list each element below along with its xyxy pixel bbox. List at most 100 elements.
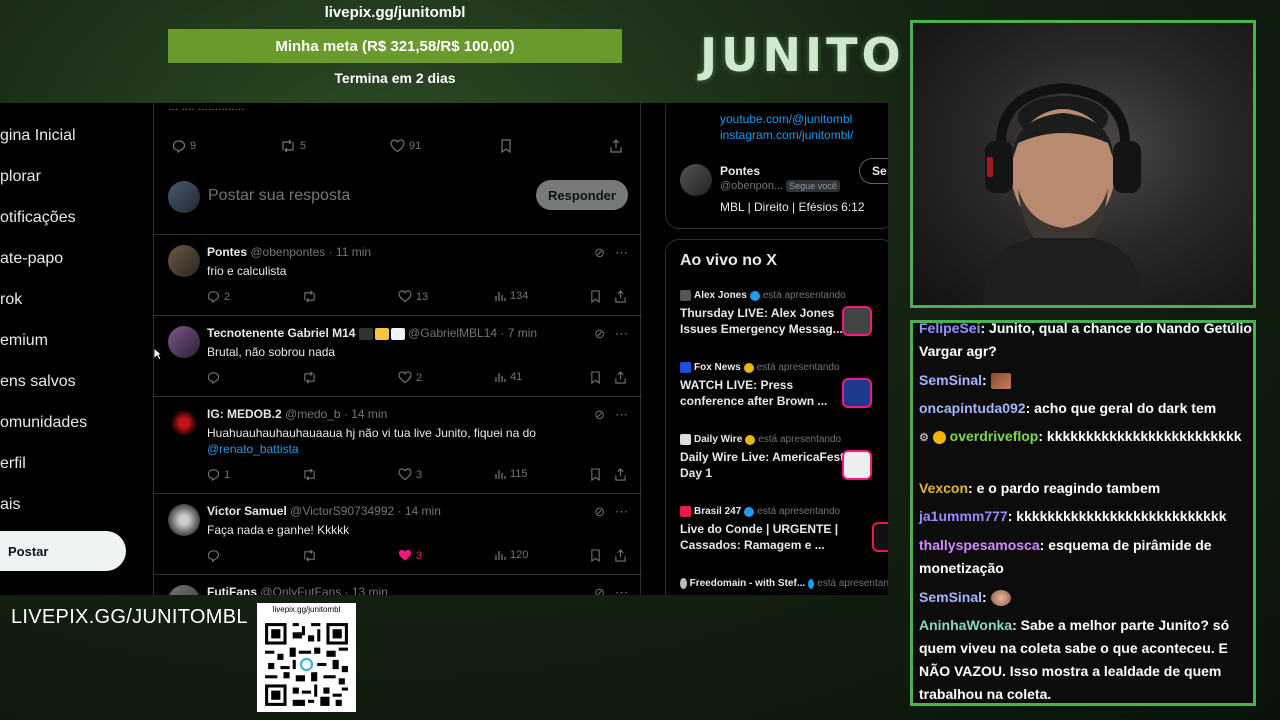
- views-action[interactable]: 120: [494, 549, 528, 561]
- tweet-menu[interactable]: ⊘ ⋯: [594, 245, 628, 261]
- chat-username[interactable]: FelipeSei: [919, 323, 980, 336]
- more-icon[interactable]: ⋯: [615, 407, 628, 423]
- bookmark-action[interactable]: [590, 290, 601, 303]
- share-action[interactable]: [614, 549, 627, 562]
- share-action[interactable]: [609, 139, 623, 153]
- tweet-menu[interactable]: ⊘ ⋯: [594, 504, 628, 520]
- views-action[interactable]: 115: [494, 468, 528, 480]
- verified-icon: [744, 506, 755, 517]
- chat-username[interactable]: AninhaWonka: [919, 617, 1012, 633]
- sidebar-item-notifications[interactable]: otificações: [0, 209, 76, 227]
- live-item[interactable]: Brasil 247 está apresentando Live do Cond…: [680, 506, 888, 553]
- repost-icon: [304, 468, 315, 481]
- like-action[interactable]: 3: [398, 468, 422, 481]
- sidebar-item-grok[interactable]: rok: [0, 291, 22, 309]
- grok-icon[interactable]: ⊘: [594, 326, 605, 342]
- reply-action[interactable]: 9: [172, 139, 196, 153]
- reply-count: 1: [224, 468, 231, 481]
- more-icon[interactable]: ⋯: [615, 245, 628, 261]
- chat-username[interactable]: thallyspesamosca: [919, 537, 1040, 553]
- tweet-menu[interactable]: ⊘ ⋯: [594, 326, 628, 342]
- bookmark-action[interactable]: [590, 468, 601, 481]
- profile-name[interactable]: Pontes: [720, 164, 760, 178]
- grok-icon[interactable]: ⊘: [594, 245, 605, 261]
- chat-username[interactable]: SemSinal: [919, 372, 982, 388]
- tweet-menu[interactable]: ⊘ ⋯: [594, 585, 628, 595]
- share-action[interactable]: [614, 290, 627, 303]
- repost-action[interactable]: [302, 549, 317, 562]
- presenting-label: está apresentando: [762, 290, 846, 301]
- like-action[interactable]: 3: [398, 549, 422, 562]
- sidebar-item-explore[interactable]: plorar: [0, 168, 41, 186]
- grok-icon[interactable]: ⊘: [594, 407, 605, 423]
- like-action[interactable]: 2: [398, 371, 422, 384]
- live-thumbnail: [842, 378, 872, 408]
- like-action[interactable]: 13: [398, 290, 428, 303]
- profile-handle-text: @obenpon...: [720, 180, 784, 192]
- repost-action[interactable]: 5: [280, 139, 306, 153]
- reply-action[interactable]: 1: [207, 468, 230, 481]
- reply-submit-button[interactable]: Responder: [536, 180, 628, 210]
- chat-username[interactable]: SemSinal: [919, 589, 982, 605]
- sidebar-item-premium[interactable]: emium: [0, 332, 48, 350]
- tweet[interactable]: IG: MEDOB.2 @medo_b · 14 min ⊘ ⋯ Huahuauh…: [154, 397, 642, 494]
- live-host: Fox News: [694, 362, 741, 373]
- sidebar-item-profile[interactable]: erfil: [0, 455, 26, 473]
- tweet-actions: 1 3 115: [154, 468, 642, 488]
- instagram-link[interactable]: instagram.com/junitombl/: [720, 128, 853, 142]
- sidebar-item-bookmarks[interactable]: ens salvos: [0, 373, 76, 391]
- repost-action[interactable]: [302, 371, 317, 384]
- sidebar-item-more[interactable]: ais: [0, 496, 20, 514]
- tweet-author[interactable]: Tecnotenente Gabriel M14: [207, 326, 355, 340]
- youtube-link[interactable]: youtube.com/@junitombl: [720, 112, 852, 126]
- live-item[interactable]: Alex Jones está apresentando Thursday LIV…: [680, 290, 888, 337]
- live-item[interactable]: Freedomain - with Stef... está apresentan…: [680, 578, 888, 589]
- tweet-author[interactable]: Pontes: [207, 245, 247, 259]
- tweet-header: Pontes @obenpontes · 11 min: [207, 245, 371, 259]
- share-action[interactable]: [614, 371, 627, 384]
- chat-username[interactable]: oncapintuda092: [919, 400, 1026, 416]
- tweet[interactable]: Tecnotenente Gabriel M14 @GabrielMBL14 ·…: [154, 316, 642, 397]
- more-icon[interactable]: ⋯: [615, 326, 628, 342]
- badge-dark: [358, 327, 373, 340]
- more-icon[interactable]: ⋯: [615, 585, 628, 595]
- sidebar-item-chat[interactable]: ate-papo: [0, 250, 63, 268]
- reply-action[interactable]: [207, 371, 220, 384]
- like-action[interactable]: 91: [390, 139, 421, 153]
- follow-button[interactable]: Se: [859, 158, 888, 184]
- tweet-menu[interactable]: ⊘ ⋯: [594, 407, 628, 423]
- sidebar-item-communities[interactable]: omunidades: [0, 414, 87, 432]
- share-action[interactable]: [614, 468, 627, 481]
- live-title: WATCH LIVE: Press conference after Brown…: [680, 378, 828, 408]
- sidebar-item-home[interactable]: gina Inicial: [0, 127, 76, 145]
- reply-action[interactable]: [207, 549, 220, 562]
- tweet-mention-link[interactable]: @renato_battista: [207, 442, 299, 456]
- bookmark-action[interactable]: [590, 549, 601, 562]
- views-action[interactable]: 41: [494, 371, 522, 383]
- reply-action[interactable]: 2: [207, 290, 230, 303]
- views-action[interactable]: 134: [494, 290, 528, 302]
- tweet[interactable]: FutiFans @OnlyFutFans · 13 min ⊘ ⋯: [154, 575, 642, 595]
- chat-username[interactable]: ja1ummm777: [919, 508, 1008, 524]
- tweet[interactable]: Pontes @obenpontes · 11 min ⊘ ⋯ frio e ca…: [154, 235, 642, 316]
- repost-action[interactable]: [302, 468, 317, 481]
- tweet-author[interactable]: FutiFans: [207, 585, 257, 595]
- avatar: [168, 407, 200, 439]
- tweet-author[interactable]: Victor Samuel: [207, 504, 287, 518]
- reply-input[interactable]: Postar sua resposta: [208, 187, 350, 205]
- tweet-author[interactable]: IG: MEDOB.2: [207, 407, 282, 421]
- live-item[interactable]: Daily Wire está apresentando Daily Wire L…: [680, 434, 888, 481]
- chat-username[interactable]: Vexcon: [919, 480, 968, 496]
- bookmark-action[interactable]: [590, 371, 601, 384]
- repost-action[interactable]: [302, 290, 317, 303]
- live-item[interactable]: Fox News está apresentando WATCH LIVE: Pr…: [680, 362, 888, 409]
- repost-icon: [304, 549, 315, 562]
- chat-username[interactable]: overdriveflop: [950, 428, 1039, 444]
- more-icon[interactable]: ⋯: [615, 504, 628, 520]
- chat-message: ⚙ overdriveflop: kkkkkkkkkkkkkkkkkkkkkkk…: [919, 428, 1242, 444]
- tweet[interactable]: Victor Samuel @VictorS90734992 · 14 min …: [154, 494, 642, 575]
- grok-icon[interactable]: ⊘: [594, 504, 605, 520]
- bookmark-action[interactable]: [500, 139, 512, 153]
- post-button[interactable]: Postar: [0, 531, 126, 571]
- grok-icon[interactable]: ⊘: [594, 585, 605, 595]
